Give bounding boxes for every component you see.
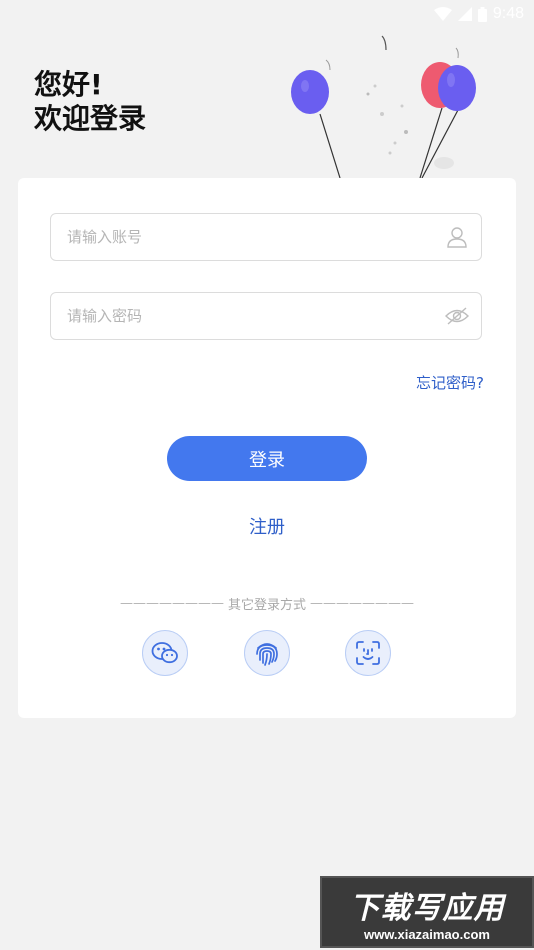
eye-closed-icon[interactable] — [445, 304, 469, 328]
watermark-title: 下载写应用 — [349, 890, 505, 926]
wechat-login-button[interactable] — [142, 630, 188, 676]
divider-dashes-right: ———————— — [310, 596, 414, 611]
greeting-line-1: 您好! — [34, 68, 103, 101]
fingerprint-login-button[interactable] — [244, 630, 290, 676]
wechat-icon — [151, 642, 178, 664]
balloons-illustration — [291, 35, 476, 179]
other-login-label: 其它登录方式 — [227, 598, 306, 613]
wifi-icon — [433, 7, 452, 21]
forgot-password-link[interactable]: 忘记密码? — [416, 372, 484, 393]
battery-icon — [477, 6, 487, 22]
login-card: 忘记密码? 登录 注册 ———————— 其它登录方式 ———————— — [18, 178, 516, 718]
watermark: 下载写应用 www.xiazaimao.com — [320, 876, 534, 948]
greeting-line-2: 欢迎登录 — [34, 102, 147, 135]
other-login-divider: ———————— 其它登录方式 ———————— — [18, 594, 516, 613]
divider-dashes-left: ———————— — [119, 596, 224, 611]
user-icon — [445, 225, 469, 249]
fingerprint-icon — [256, 643, 278, 666]
account-input[interactable] — [65, 227, 445, 247]
account-field[interactable] — [50, 213, 482, 261]
password-input[interactable] — [65, 306, 445, 326]
face-scan-icon — [356, 641, 380, 665]
face-login-button[interactable] — [345, 630, 391, 676]
greeting: 您好! 欢迎登录 — [34, 68, 146, 136]
signal-icon — [457, 7, 472, 21]
login-button[interactable]: 登录 — [167, 436, 367, 481]
register-link[interactable]: 注册 — [18, 513, 516, 539]
status-time: 9:48 — [492, 5, 524, 22]
status-bar: 9:48 — [0, 0, 534, 28]
password-field[interactable] — [50, 292, 482, 340]
watermark-url: www.xiazaimao.com — [364, 926, 490, 942]
